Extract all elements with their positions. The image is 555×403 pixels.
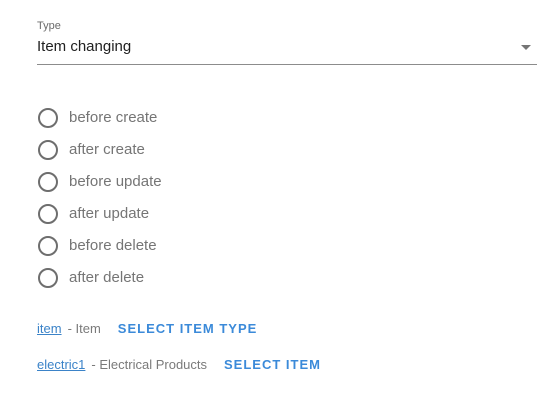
item-type-link[interactable]: item xyxy=(37,321,62,336)
radio-unchecked-icon[interactable] xyxy=(38,268,58,288)
radio-before-create[interactable]: before create xyxy=(38,102,338,134)
radio-unchecked-icon[interactable] xyxy=(38,172,58,192)
trigger-form: Type Item changing before create after c… xyxy=(0,0,555,403)
item-description: - Electrical Products xyxy=(91,357,208,372)
type-select-value[interactable]: Item changing xyxy=(37,37,131,57)
radio-unchecked-icon[interactable] xyxy=(38,140,58,160)
item-reference: electric1 - Electrical Products SELECT I… xyxy=(37,357,321,372)
radio-after-update[interactable]: after update xyxy=(38,198,338,230)
event-radio-group: before create after create before update… xyxy=(38,102,338,294)
radio-label[interactable]: before create xyxy=(69,108,157,128)
radio-label[interactable]: after delete xyxy=(69,268,144,288)
item-type-description: - Item xyxy=(67,321,101,336)
radio-after-delete[interactable]: after delete xyxy=(38,262,338,294)
radio-before-delete[interactable]: before delete xyxy=(38,230,338,262)
radio-label[interactable]: after create xyxy=(69,140,145,160)
radio-after-create[interactable]: after create xyxy=(38,134,338,166)
select-underline xyxy=(37,64,537,65)
type-select[interactable]: Type Item changing xyxy=(37,18,537,65)
select-item-type-button[interactable]: SELECT ITEM TYPE xyxy=(118,321,258,336)
radio-label[interactable]: before delete xyxy=(69,236,157,256)
item-type-reference: item - Item SELECT ITEM TYPE xyxy=(37,321,257,336)
radio-label[interactable]: before update xyxy=(69,172,162,192)
type-select-label: Type xyxy=(37,20,61,32)
item-link[interactable]: electric1 xyxy=(37,357,85,372)
select-item-button[interactable]: SELECT ITEM xyxy=(224,357,321,372)
radio-unchecked-icon[interactable] xyxy=(38,204,58,224)
radio-unchecked-icon[interactable] xyxy=(38,108,58,128)
chevron-down-icon[interactable] xyxy=(521,45,531,50)
radio-unchecked-icon[interactable] xyxy=(38,236,58,256)
radio-label[interactable]: after update xyxy=(69,204,149,224)
radio-before-update[interactable]: before update xyxy=(38,166,338,198)
